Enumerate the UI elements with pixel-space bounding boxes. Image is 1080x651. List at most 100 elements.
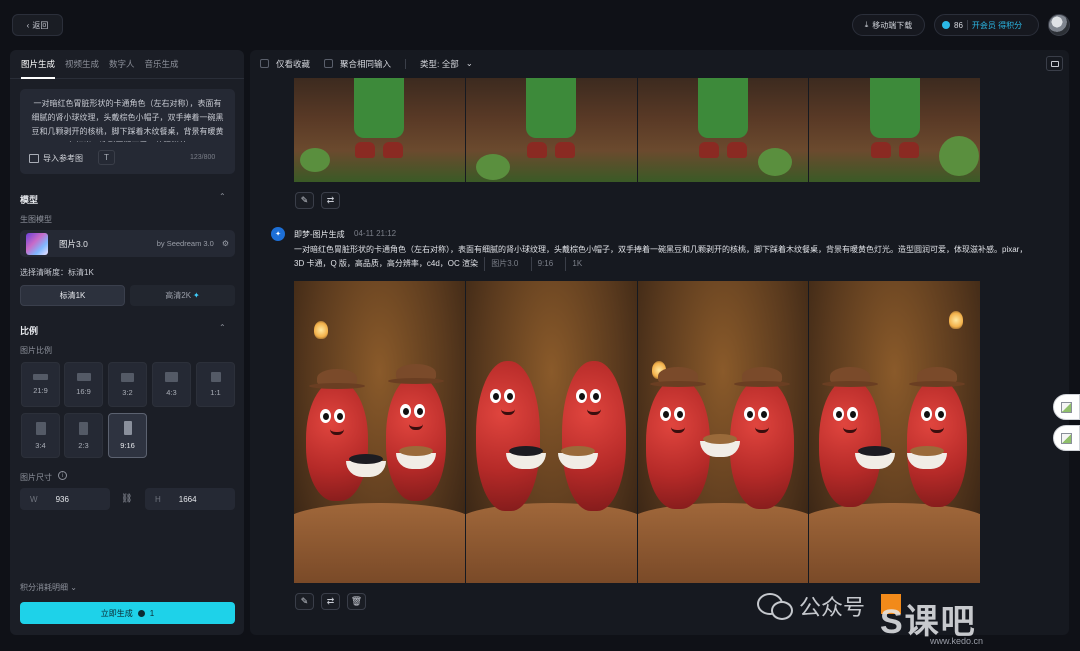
divider: [966, 20, 968, 30]
text-tool-button[interactable]: T: [98, 150, 115, 165]
generate-button[interactable]: 立即生成 1: [20, 602, 235, 624]
link-icon[interactable]: ⛓: [121, 493, 132, 504]
ratio-section-title: 比例: [20, 326, 39, 336]
eye-shape: [673, 407, 685, 421]
bean-character: [386, 364, 446, 501]
avatar[interactable]: [1048, 14, 1070, 36]
ratio-16-9[interactable]: 16:9: [64, 362, 103, 407]
leaf-shape: [475, 154, 510, 180]
edit-button[interactable]: ✎: [295, 593, 314, 610]
ratio-shape: [35, 421, 46, 435]
boots-shape: [870, 136, 919, 158]
credits-button[interactable]: 86 开会员 得积分: [934, 14, 1039, 36]
generated-image[interactable]: [809, 281, 980, 583]
merge-checkbox[interactable]: [324, 59, 334, 68]
mouth-shape: [586, 409, 601, 415]
ratio-2-3[interactable]: 2:3: [64, 413, 103, 458]
favorites-checkbox[interactable]: [260, 59, 269, 68]
ratio-label: 4:3: [166, 388, 177, 397]
sliders-icon[interactable]: ⚙: [222, 239, 229, 248]
model-thumbnail: [26, 232, 48, 255]
width-value[interactable]: 936: [56, 495, 69, 504]
model-vendor: by Seedream 3.0: [156, 239, 214, 248]
width-key: W: [30, 494, 38, 504]
generated-image[interactable]: [465, 78, 637, 182]
model-tag: 图片3.0: [484, 257, 524, 271]
prompt-text[interactable]: 一对暗红色胃脏形状的卡通角色（左右对称），表面有细腻的肾小球纹理，头戴棕色小帽子…: [30, 97, 225, 142]
folder-button[interactable]: [1046, 56, 1063, 71]
favorites-filter[interactable]: 仅看收藏: [260, 58, 310, 70]
side-float-button[interactable]: [1053, 425, 1080, 451]
pencil-icon: ✎: [300, 195, 309, 205]
back-button[interactable]: ‹ 返回: [12, 14, 63, 36]
type-filter[interactable]: 类型: 全部 ⌄: [420, 58, 473, 70]
tab-digital-human[interactable]: 数字人: [109, 58, 135, 70]
sparkle-icon: ✦: [193, 291, 200, 300]
generated-image[interactable]: [294, 281, 465, 583]
ratio-label: 3:2: [122, 387, 133, 397]
ratio-3-2[interactable]: 3:2: [108, 362, 147, 407]
side-float-button[interactable]: [1053, 394, 1080, 420]
mouth-shape: [500, 409, 515, 415]
tab-image[interactable]: 图片生成: [21, 58, 55, 70]
ratio-shape: [121, 372, 134, 382]
mouth-shape: [930, 427, 945, 433]
trash-icon: 🗑: [350, 596, 363, 606]
eye-shape: [921, 407, 933, 421]
watermark-text: 公众号: [799, 595, 866, 620]
generated-image[interactable]: [294, 78, 465, 182]
eye-shape: [334, 409, 345, 423]
ratio-21-9[interactable]: 21:9: [21, 362, 60, 407]
collapse-ratio-icon[interactable]: ⌃: [219, 323, 226, 332]
ratio-9-16[interactable]: 9:16: [108, 413, 147, 458]
ratio-label: 9:16: [120, 441, 135, 450]
generate-cost: 1: [149, 608, 155, 618]
ratio-tag: 9:16: [530, 257, 560, 271]
ratio-1-1[interactable]: 1:1: [196, 362, 235, 407]
resolution-2k-label: 高清2K: [165, 291, 192, 300]
ratio-4-3[interactable]: 4:3: [152, 362, 191, 407]
ratio-shape: [123, 421, 132, 435]
height-key: H: [155, 494, 161, 504]
cost-details-link[interactable]: 积分消耗明细 ⌄: [20, 582, 77, 593]
delete-button[interactable]: 🗑: [347, 593, 366, 610]
mobile-download-label: 移动端下载: [872, 20, 913, 30]
generated-image[interactable]: [465, 281, 637, 583]
height-input[interactable]: H 1664: [145, 488, 235, 510]
regenerate-button[interactable]: ⇄: [321, 593, 340, 610]
regenerate-button[interactable]: ⇄: [321, 192, 340, 209]
generation-prompt: 一对暗红色胃脏形状的卡通角色（左右对称），表面有细腻的肾小球纹理，头戴棕色小帽子…: [294, 243, 1036, 271]
vip-link[interactable]: 开会员 得积分: [972, 20, 1022, 31]
resolution-tag: 1K: [565, 257, 588, 271]
edit-button[interactable]: ✎: [295, 192, 314, 209]
size-label: 图片尺寸: [20, 473, 52, 482]
model-selector[interactable]: 图片3.0 by Seedream 3.0 ⚙: [20, 230, 235, 257]
mobile-download-button[interactable]: ⤓ 移动端下载: [852, 14, 925, 36]
height-value[interactable]: 1664: [179, 495, 197, 504]
resolution-1k-button[interactable]: 标清1K: [20, 285, 125, 306]
merge-label: 聚合相同输入: [340, 58, 392, 69]
boots-shape: [698, 136, 747, 158]
generated-image[interactable]: [637, 78, 809, 182]
tab-music[interactable]: 音乐生成: [145, 58, 179, 70]
hat-shape: [649, 367, 706, 387]
leaf-shape: [757, 148, 792, 176]
import-reference-button[interactable]: 导入参考图: [29, 150, 83, 166]
ratio-3-4[interactable]: 3:4: [21, 413, 60, 458]
table-shape: [465, 503, 637, 583]
generated-image[interactable]: [809, 78, 980, 182]
bean-character: [306, 369, 368, 501]
generation-tabs: 图片生成 视频生成 数字人 音乐生成: [10, 50, 244, 79]
ratio-label: 3:4: [35, 440, 46, 450]
resolution-2k-button[interactable]: 高清2K ✦: [130, 285, 235, 306]
tab-video[interactable]: 视频生成: [65, 58, 99, 70]
credit-coin-icon: [137, 609, 145, 617]
merge-filter[interactable]: 聚合相同输入: [324, 58, 391, 70]
eye-shape: [935, 407, 947, 421]
credits-count: 86: [954, 20, 963, 30]
generated-image[interactable]: [637, 281, 809, 583]
info-icon[interactable]: i: [58, 471, 67, 480]
hat-shape: [733, 367, 790, 387]
collapse-model-icon[interactable]: ⌃: [219, 192, 226, 201]
width-input[interactable]: W 936: [20, 488, 110, 510]
